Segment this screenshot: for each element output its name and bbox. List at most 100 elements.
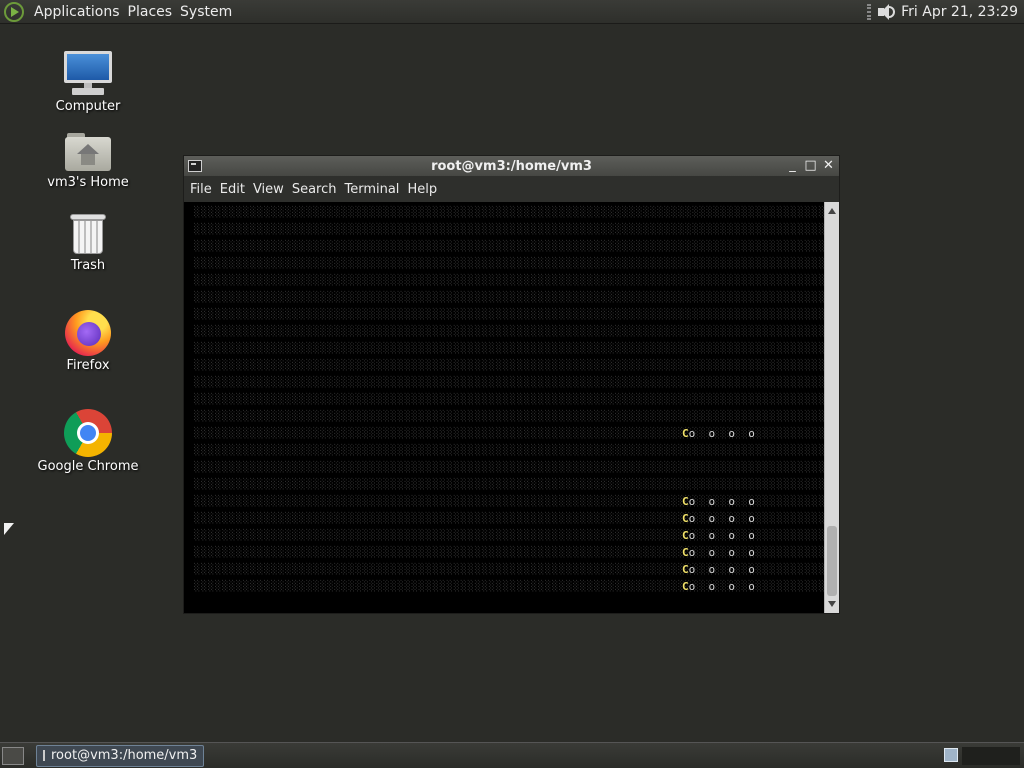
tray-handle[interactable]	[867, 4, 872, 20]
terminal-line: ░░░░░░░░░░░░░░░░░░░░░░░░░░░░░░░░░░░░░░░░…	[194, 360, 825, 372]
distro-logo-icon[interactable]	[4, 1, 24, 22]
pacman-progress: Co o o o	[682, 580, 755, 593]
pacman-icon: C	[682, 546, 689, 559]
menu-view[interactable]: View	[249, 182, 288, 197]
volume-icon[interactable]	[877, 3, 896, 21]
terminal-line: ░░░░░░░░░░░░░░░░░░░░░░░░░░░░░░░░░░░░░░░░…	[194, 546, 825, 559]
terminal-line: ░░░░░░░░░░░░░░░░░░░░░░░░░░░░░░░░░░░░░░░░…	[194, 326, 825, 338]
desktop-icon-label: Trash	[70, 258, 106, 273]
terminal-output[interactable]: ░░░░░░░░░░░░░░░░░░░░░░░░░░░░░░░░░░░░░░░░…	[184, 202, 825, 613]
chrome-icon	[64, 409, 112, 457]
terminal-line: ░░░░░░░░░░░░░░░░░░░░░░░░░░░░░░░░░░░░░░░░…	[194, 495, 825, 508]
pacman-progress: Co o o o	[682, 563, 755, 576]
scroll-up-icon[interactable]	[828, 208, 836, 214]
terminal-window[interactable]: root@vm3:/home/vm3 _ □ ✕ File Edit View …	[183, 155, 840, 614]
terminal-line: ░░░░░░░░░░░░░░░░░░░░░░░░░░░░░░░░░░░░░░░░…	[194, 275, 825, 287]
download-progress-line: ░░░░░░░░░░░░░░░░░░░░░░░░░░░░░░░░░░░░░░░░…	[194, 377, 825, 388]
menu-places[interactable]: Places	[124, 0, 177, 24]
terminal-line: ░░░░░░░░░░░░░░░░░░░░░░░░░░░░░░░░░░░░░░░░…	[194, 427, 825, 440]
terminal-line: ░░░░░░░░░░░░░░░░░░░░░░░░░░░░░░░░░░░░░░░░…	[194, 343, 825, 355]
clock[interactable]: Fri Apr 21, 23:29	[901, 4, 1018, 20]
download-progress-line: ░░░░░░░░░░░░░░░░░░░░░░░░░░░░░░░░░░░░░░░░…	[194, 360, 825, 371]
download-progress-line: ░░░░░░░░░░░░░░░░░░░░░░░░░░░░░░░░░░░░░░░░…	[194, 224, 825, 235]
terminal-icon[interactable]	[188, 160, 202, 172]
window-title: root@vm3:/home/vm3	[431, 158, 592, 174]
menu-applications[interactable]: Applications	[30, 0, 124, 24]
download-progress-line: ░░░░░░░░░░░░░░░░░░░░░░░░░░░░░░░░░░░░░░░░…	[194, 275, 825, 286]
pacman-progress: Co o o o	[682, 495, 755, 508]
terminal-line: ░░░░░░░░░░░░░░░░░░░░░░░░░░░░░░░░░░░░░░░░…	[194, 479, 825, 491]
close-button[interactable]: ✕	[822, 157, 835, 175]
menu-file[interactable]: File	[186, 182, 216, 197]
system-tray: Fri Apr 21, 23:29	[867, 0, 1018, 24]
desktop-icon-label: Google Chrome	[37, 459, 139, 474]
terminal-line: ░░░░░░░░░░░░░░░░░░░░░░░░░░░░░░░░░░░░░░░░…	[194, 462, 825, 474]
pacman-progress: Co o o o	[682, 529, 755, 542]
scroll-down-icon[interactable]	[828, 601, 836, 607]
computer-icon	[64, 49, 112, 97]
menu-search[interactable]: Search	[288, 182, 341, 197]
download-progress-line: ░░░░░░░░░░░░░░░░░░░░░░░░░░░░░░░░░░░░░░░░…	[194, 292, 825, 303]
trash-icon	[70, 212, 106, 256]
download-progress-line: ░░░░░░░░░░░░░░░░░░░░░░░░░░░░░░░░░░░░░░░░…	[194, 394, 825, 405]
terminal-line: ░░░░░░░░░░░░░░░░░░░░░░░░░░░░░░░░░░░░░░░░…	[194, 563, 825, 576]
download-progress-line: ░░░░░░░░░░░░░░░░░░░░░░░░░░░░░░░░░░░░░░░░…	[194, 479, 825, 490]
terminal-icon	[43, 750, 45, 761]
download-progress-line: ░░░░░░░░░░░░░░░░░░░░░░░░░░░░░░░░░░░░░░░░…	[194, 241, 825, 252]
desktop-icon-label: vm3's Home	[47, 175, 129, 190]
terminal-line: ░░░░░░░░░░░░░░░░░░░░░░░░░░░░░░░░░░░░░░░░…	[194, 241, 825, 253]
taskbar-item-terminal[interactable]: root@vm3:/home/vm3	[36, 744, 204, 767]
download-progress-line: ░░░░░░░░░░░░░░░░░░░░░░░░░░░░░░░░░░░░░░░░…	[194, 411, 825, 422]
menu-edit[interactable]: Edit	[216, 182, 249, 197]
desktop-icon-chrome[interactable]: Google Chrome	[33, 409, 143, 474]
download-progress-line: ░░░░░░░░░░░░░░░░░░░░░░░░░░░░░░░░░░░░░░░░…	[194, 207, 825, 218]
terminal-line: ░░░░░░░░░░░░░░░░░░░░░░░░░░░░░░░░░░░░░░░░…	[194, 529, 825, 542]
desktop-icon-computer[interactable]: Computer	[33, 49, 143, 114]
taskbar-item-label: root@vm3:/home/vm3	[51, 748, 198, 763]
download-progress-line: ░░░░░░░░░░░░░░░░░░░░░░░░░░░░░░░░░░░░░░░░…	[194, 258, 825, 269]
desktop-icon-label: Computer	[55, 99, 121, 114]
pacman-icon: C	[682, 529, 689, 542]
minimize-button[interactable]: _	[786, 157, 799, 175]
show-desktop-button[interactable]	[2, 746, 24, 765]
download-progress-line: ░░░░░░░░░░░░░░░░░░░░░░░░░░░░░░░░░░░░░░░░…	[194, 445, 825, 456]
terminal-titlebar[interactable]: root@vm3:/home/vm3 _ □ ✕	[184, 156, 839, 176]
terminal-line: ░░░░░░░░░░░░░░░░░░░░░░░░░░░░░░░░░░░░░░░░…	[194, 292, 825, 304]
workspace-switcher-area[interactable]	[962, 747, 1020, 765]
top-panel: Applications Places System Fri Apr 21, 2…	[0, 0, 1024, 24]
terminal-line: ░░░░░░░░░░░░░░░░░░░░░░░░░░░░░░░░░░░░░░░░…	[194, 580, 825, 593]
terminal-line: ░░░░░░░░░░░░░░░░░░░░░░░░░░░░░░░░░░░░░░░░…	[194, 207, 825, 219]
home-folder-icon	[65, 133, 111, 173]
pacman-icon: C	[682, 512, 689, 525]
download-progress-line: ░░░░░░░░░░░░░░░░░░░░░░░░░░░░░░░░░░░░░░░░…	[194, 309, 825, 320]
desktop-icon-label: Firefox	[66, 358, 110, 373]
download-progress-line: ░░░░░░░░░░░░░░░░░░░░░░░░░░░░░░░░░░░░░░░░…	[194, 343, 825, 354]
download-progress-line: ░░░░░░░░░░░░░░░░░░░░░░░░░░░░░░░░░░░░░░░░…	[194, 462, 825, 473]
terminal-line: ░░░░░░░░░░░░░░░░░░░░░░░░░░░░░░░░░░░░░░░░…	[194, 224, 825, 236]
scrollbar-thumb[interactable]	[827, 526, 837, 596]
desktop-icon-firefox[interactable]: Firefox	[33, 310, 143, 373]
terminal-scrollbar[interactable]	[824, 202, 839, 613]
pacman-progress: Co o o o	[682, 427, 755, 440]
menu-terminal[interactable]: Terminal	[340, 182, 403, 197]
terminal-line: ░░░░░░░░░░░░░░░░░░░░░░░░░░░░░░░░░░░░░░░░…	[194, 309, 825, 321]
pacman-icon: C	[682, 580, 689, 593]
terminal-line: ░░░░░░░░░░░░░░░░░░░░░░░░░░░░░░░░░░░░░░░░…	[194, 377, 825, 389]
terminal-line: ░░░░░░░░░░░░░░░░░░░░░░░░░░░░░░░░░░░░░░░░…	[194, 445, 825, 457]
pacman-icon: C	[682, 427, 689, 440]
terminal-line: ░░░░░░░░░░░░░░░░░░░░░░░░░░░░░░░░░░░░░░░░…	[194, 411, 825, 423]
maximize-button[interactable]: □	[804, 157, 817, 175]
terminal-line: ░░░░░░░░░░░░░░░░░░░░░░░░░░░░░░░░░░░░░░░░…	[194, 394, 825, 406]
desktop-icon-home[interactable]: vm3's Home	[33, 133, 143, 190]
menu-system[interactable]: System	[176, 0, 236, 24]
terminal-line: ░░░░░░░░░░░░░░░░░░░░░░░░░░░░░░░░░░░░░░░░…	[194, 258, 825, 270]
menu-help[interactable]: Help	[403, 182, 441, 197]
mouse-pointer-icon	[4, 523, 14, 535]
pacman-progress: Co o o o	[682, 512, 755, 525]
pacman-icon: C	[682, 495, 689, 508]
workspace-switcher[interactable]	[944, 748, 958, 762]
bottom-panel: root@vm3:/home/vm3	[0, 742, 1024, 768]
pacman-icon: C	[682, 563, 689, 576]
firefox-icon	[65, 310, 111, 356]
desktop-icon-trash[interactable]: Trash	[33, 212, 143, 273]
